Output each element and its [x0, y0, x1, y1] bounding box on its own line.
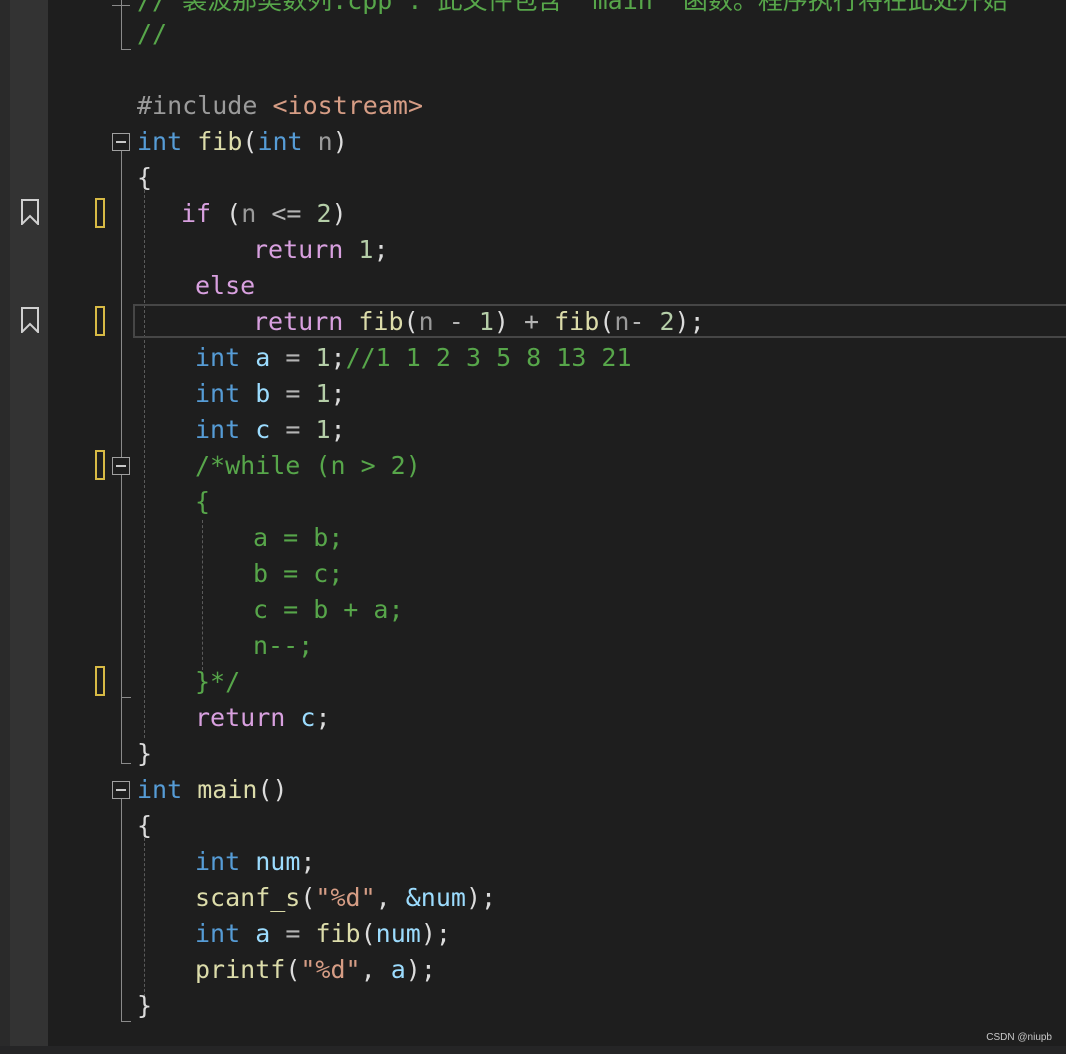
code-line: }	[137, 988, 152, 1024]
code-line: }*/	[195, 664, 240, 700]
code-line: // 裴波那契数列.cpp : 此文件包含 "main" 函数。程序执行将在此处…	[137, 0, 1008, 19]
code-line: n--;	[253, 628, 313, 664]
function-name: scanf_s	[195, 883, 301, 912]
indent-guide	[144, 190, 145, 738]
code-line: {	[137, 160, 152, 196]
keyword: int	[137, 127, 183, 156]
outline-bracket	[121, 1021, 131, 1022]
preprocessor-directive: #include	[137, 91, 258, 120]
code-line: {	[137, 808, 152, 844]
function-name: main	[197, 775, 258, 804]
code-line: a = b;	[253, 520, 343, 556]
comment-text: a = b;	[253, 523, 344, 552]
keyword-control: return	[253, 235, 344, 264]
brace: }	[137, 991, 153, 1020]
horizontal-scrollbar[interactable]	[0, 1046, 1066, 1054]
code-line: c = b + a;	[253, 592, 404, 628]
code-line: int main()	[137, 775, 288, 804]
comment-text: c = b + a;	[253, 595, 404, 624]
outline-bracket	[121, 0, 122, 50]
code-line: return 1;	[253, 235, 389, 264]
comment-text: //	[137, 19, 168, 48]
code-line: int fib(int n)	[137, 127, 348, 156]
keyword-control: return	[195, 703, 286, 732]
comment-text: {	[195, 487, 211, 516]
code-line: /*while (n > 2)	[195, 448, 421, 484]
code-line: return fib(n - 1) + fib(n- 2);	[253, 307, 705, 336]
outline-bracket	[112, 5, 130, 6]
comment-text: n--;	[253, 631, 314, 660]
code-line: if (n <= 2)	[181, 199, 347, 228]
code-line: }	[137, 736, 152, 772]
change-marker	[95, 198, 105, 228]
code-line: int c = 1;	[195, 415, 346, 444]
change-marker	[95, 306, 105, 336]
brace: }	[137, 739, 153, 768]
bookmark-icon[interactable]	[20, 307, 40, 333]
outline-bracket	[121, 49, 131, 50]
brace: {	[137, 811, 153, 840]
outline-bracket	[121, 798, 122, 1022]
watermark: CSDN @niupb	[986, 1032, 1052, 1043]
comment-text: }*/	[195, 667, 241, 696]
code-line: b = c;	[253, 556, 343, 592]
keyword: int	[257, 127, 303, 156]
change-marker	[95, 450, 105, 480]
code-line: #include <iostream>	[137, 88, 423, 124]
function-name: fib	[358, 307, 404, 336]
include-header: <iostream>	[272, 91, 423, 120]
code-line: //	[137, 16, 167, 52]
indent-guide	[202, 520, 203, 670]
comment-text: // 裴波那契数列.cpp : 此文件包含 "main" 函数。程序执行将在此处…	[137, 0, 1008, 15]
collapse-icon[interactable]	[112, 133, 130, 151]
function-name: printf	[195, 955, 286, 984]
outline-bracket	[121, 697, 131, 698]
code-line: {	[195, 484, 210, 520]
function-name: fib	[197, 127, 243, 156]
keyword: int	[137, 775, 183, 804]
code-line: printf("%d", a);	[195, 955, 436, 984]
glyph-margin	[0, 0, 48, 1046]
code-line: int a = fib(num);	[195, 919, 451, 948]
code-line: scanf_s("%d", &num);	[195, 883, 497, 912]
outline-bracket	[121, 763, 131, 764]
code-line: int a = 1;//1 1 2 3 5 8 13 21	[195, 343, 632, 372]
code-line: int b = 1;	[195, 379, 346, 408]
collapse-icon[interactable]	[112, 457, 130, 475]
collapse-icon[interactable]	[112, 781, 130, 799]
indent-guide	[144, 838, 145, 1012]
parameter: n	[317, 127, 333, 156]
comment-text: //1 1 2 3 5 8 13 21	[345, 343, 632, 372]
code-line: else	[195, 268, 255, 304]
keyword-control: return	[253, 307, 344, 336]
change-marker	[95, 666, 105, 696]
margin-strip	[0, 0, 10, 1046]
comment-text: /*while (n > 2)	[195, 451, 421, 480]
comment-text: b = c;	[253, 559, 344, 588]
keyword-control: if	[181, 199, 212, 228]
brace: {	[137, 163, 153, 192]
keyword-control: else	[195, 271, 256, 300]
code-line: int num;	[195, 847, 316, 876]
code-line: return c;	[195, 703, 331, 732]
bookmark-icon[interactable]	[20, 199, 40, 225]
